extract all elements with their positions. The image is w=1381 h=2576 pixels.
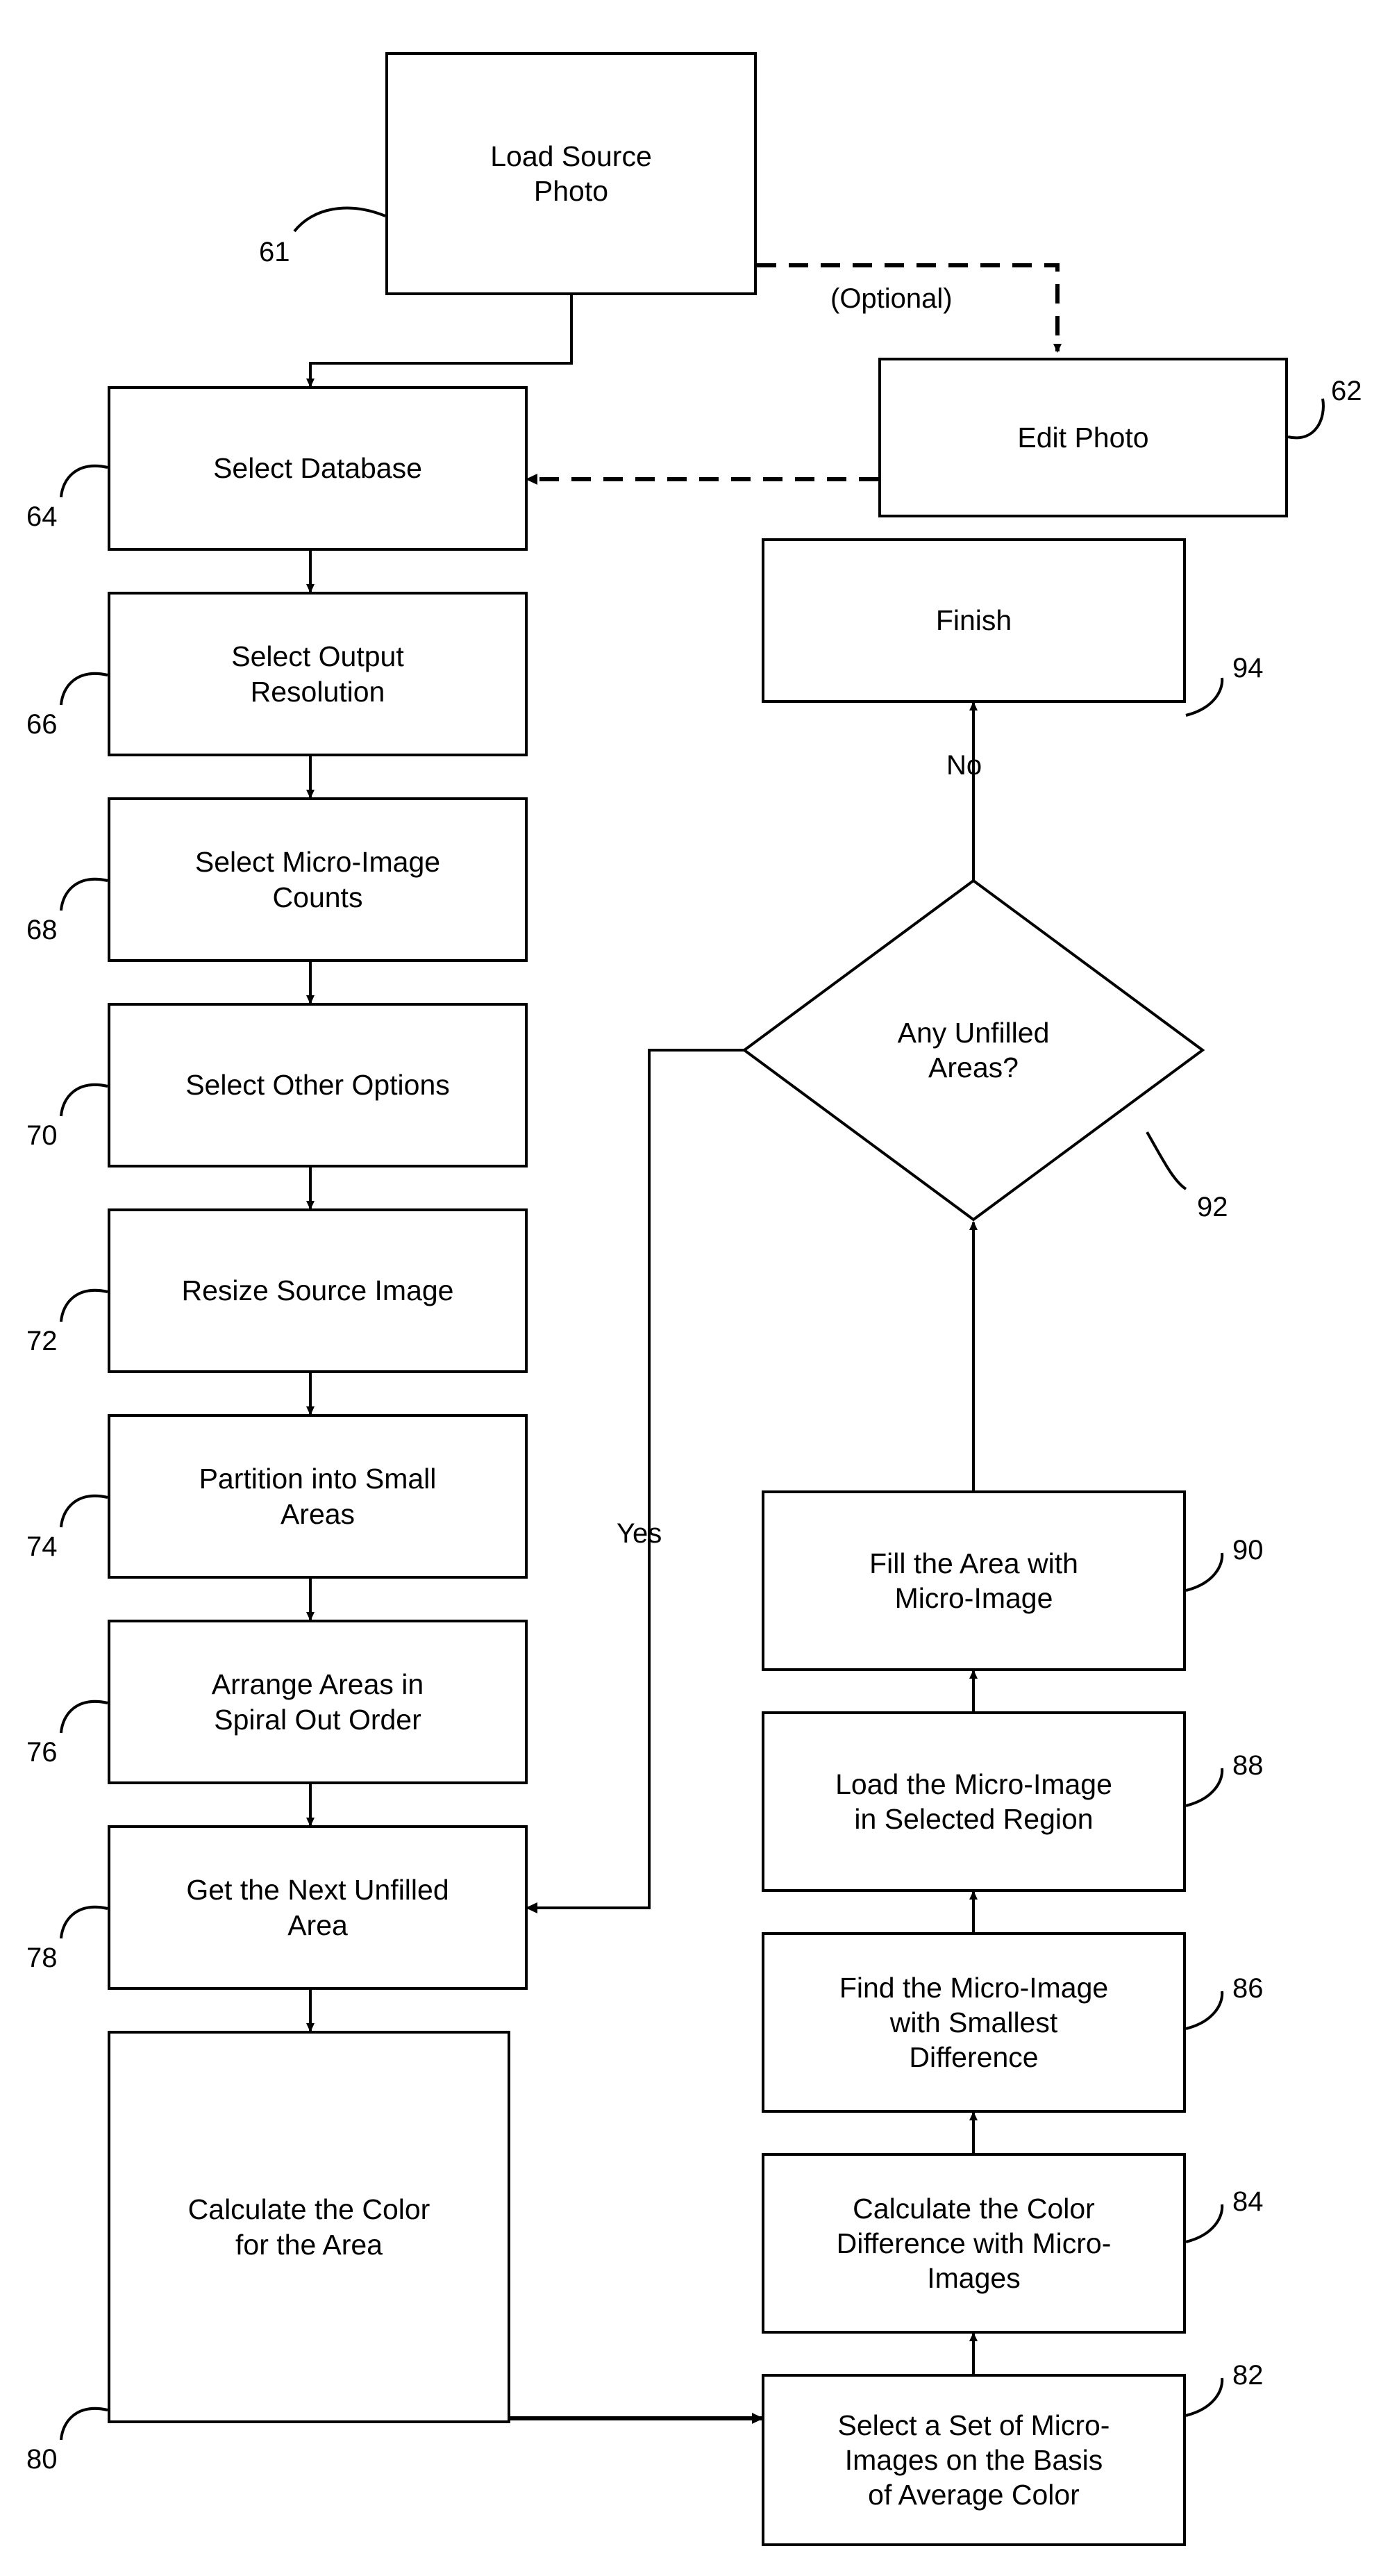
node-calculate-color-for-area[interactable]: Calculate the Color for the Area: [108, 2031, 510, 2423]
node-arrange-areas-spiral-out[interactable]: Arrange Areas in Spiral Out Order: [108, 1620, 528, 1784]
ref-number-68: 68: [26, 915, 58, 945]
edge-label-no: No: [946, 750, 982, 781]
ref-number-78: 78: [26, 1943, 58, 1973]
decision-label: Any Unfilled Areas?: [897, 1016, 1050, 1083]
node-get-next-unfilled-area[interactable]: Get the Next Unfilled Area: [108, 1825, 528, 1990]
ref-number-76: 76: [26, 1737, 58, 1768]
node-finish[interactable]: Finish: [762, 538, 1186, 703]
node-resize-source-image[interactable]: Resize Source Image: [108, 1208, 528, 1373]
node-select-other-options[interactable]: Select Other Options: [108, 1003, 528, 1167]
node-load-micro-image-in-region[interactable]: Load the Micro-Image in Selected Region: [762, 1711, 1186, 1892]
ref-number-92: 92: [1197, 1192, 1228, 1222]
edge-label-yes: Yes: [617, 1518, 662, 1549]
flowchart-canvas: Load Source Photo 61 Edit Photo 62 Selec…: [0, 0, 1381, 2576]
ref-number-90: 90: [1232, 1535, 1264, 1565]
node-fill-area-with-micro-image[interactable]: Fill the Area with Micro-Image: [762, 1490, 1186, 1671]
node-partition-into-small-areas[interactable]: Partition into Small Areas: [108, 1414, 528, 1579]
ref-number-86: 86: [1232, 1973, 1264, 2004]
ref-number-66: 66: [26, 709, 58, 740]
ref-number-94: 94: [1232, 653, 1264, 683]
ref-number-88: 88: [1232, 1750, 1264, 1781]
node-edit-photo[interactable]: Edit Photo: [878, 358, 1288, 517]
node-select-database[interactable]: Select Database: [108, 386, 528, 551]
ref-number-74: 74: [26, 1531, 58, 1562]
ref-number-72: 72: [26, 1326, 58, 1356]
node-select-set-of-micro-images[interactable]: Select a Set of Micro- Images on the Bas…: [762, 2374, 1186, 2546]
node-select-output-resolution[interactable]: Select Output Resolution: [108, 592, 528, 756]
node-calculate-color-difference[interactable]: Calculate the Color Difference with Micr…: [762, 2153, 1186, 2334]
ref-number-80: 80: [26, 2444, 58, 2475]
ref-number-61: 61: [259, 237, 290, 267]
ref-number-82: 82: [1232, 2360, 1264, 2391]
edge-label-optional: (Optional): [830, 283, 953, 314]
ref-number-64: 64: [26, 501, 58, 532]
ref-number-84: 84: [1232, 2186, 1264, 2217]
ref-number-62: 62: [1331, 376, 1362, 406]
node-any-unfilled-areas-decision[interactable]: Any Unfilled Areas?: [744, 881, 1203, 1220]
node-load-source-photo[interactable]: Load Source Photo: [385, 52, 757, 295]
node-find-micro-image-smallest-difference[interactable]: Find the Micro-Image with Smallest Diffe…: [762, 1932, 1186, 2113]
ref-number-70: 70: [26, 1120, 58, 1151]
node-select-micro-image-counts[interactable]: Select Micro-Image Counts: [108, 797, 528, 962]
